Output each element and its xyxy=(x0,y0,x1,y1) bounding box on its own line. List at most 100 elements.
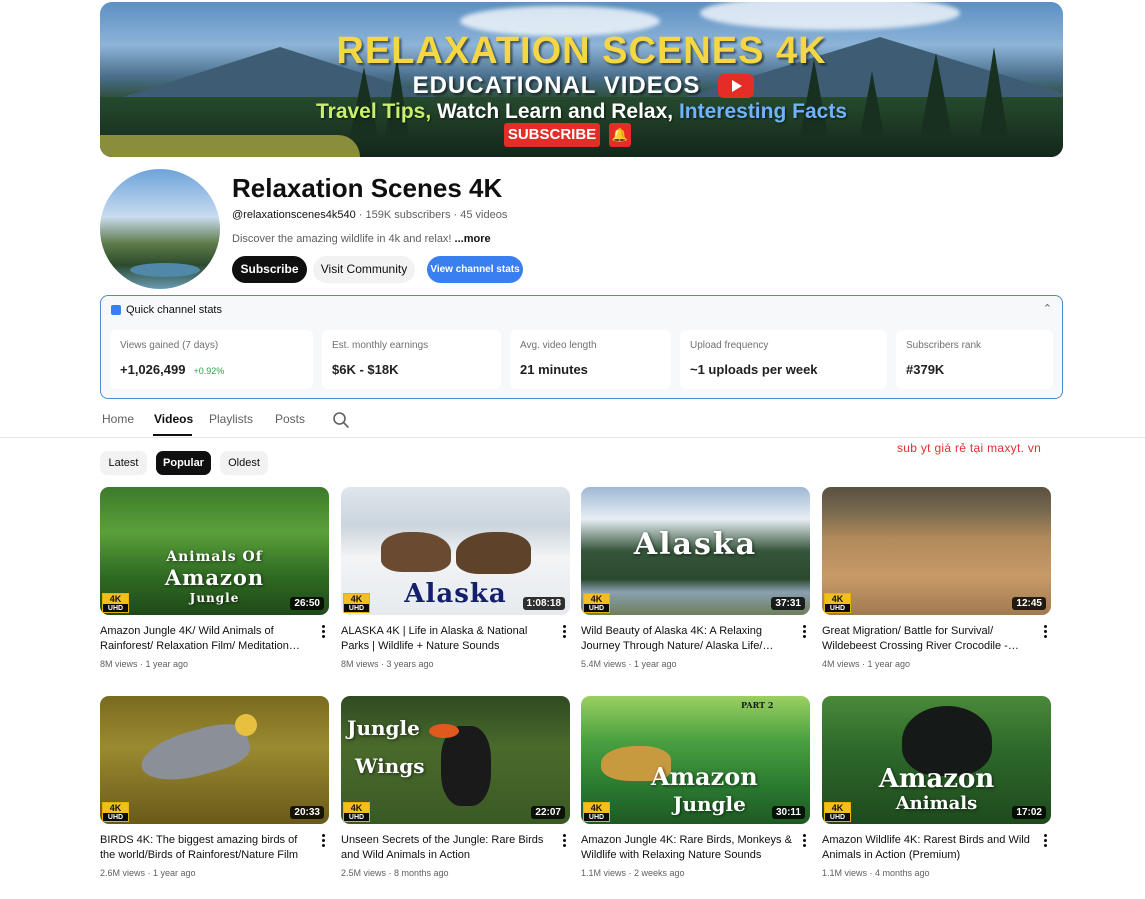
stat-value: #379K xyxy=(906,362,945,377)
video-meta: 1.1M views · 4 months ago xyxy=(822,868,930,878)
video-meta: 4M views · 1 year ago xyxy=(822,659,911,669)
video-age: 1 year ago xyxy=(634,659,677,669)
bird-beak xyxy=(429,724,459,738)
stat-value: $6K - $18K xyxy=(332,362,399,377)
more-options-icon[interactable] xyxy=(319,625,327,639)
video-age: 3 years ago xyxy=(386,659,434,669)
4k-uhd-badge: 4K UHD xyxy=(102,593,129,613)
video-age: 2 weeks ago xyxy=(634,868,685,878)
youtube-play-icon xyxy=(718,74,754,98)
view-channel-stats-button[interactable]: View channel stats xyxy=(427,256,523,283)
search-icon[interactable] xyxy=(332,411,350,429)
channel-handle: @relaxationscenes4k540 xyxy=(232,209,356,221)
stat-label: Upload frequency xyxy=(690,340,769,351)
video-thumbnail[interactable]: 4K UHD 20:33 xyxy=(100,696,329,824)
4k-uhd-badge: 4K UHD xyxy=(824,593,851,613)
banner-subscribe-graphic: SUBSCRIBE xyxy=(504,123,600,147)
video-meta: 5.4M views · 1 year ago xyxy=(581,659,677,669)
more-options-icon[interactable] xyxy=(800,625,808,639)
channel-meta: @relaxationscenes4k540 · 159K subscriber… xyxy=(232,209,507,221)
banner-tagline-part: Interesting Facts xyxy=(678,100,847,123)
video-thumbnail[interactable]: Alaska 4K UHD 1:08:18 xyxy=(341,487,570,615)
subscribe-button[interactable]: Subscribe xyxy=(232,256,307,283)
badge-uhd-text: UHD xyxy=(829,605,846,612)
video-views: 8M views xyxy=(341,659,379,669)
banner-subtitle: EDUCATIONAL VIDEOS xyxy=(412,72,701,99)
tab-posts[interactable]: Posts xyxy=(275,412,305,426)
video-duration: 12:45 xyxy=(1012,597,1046,610)
video-thumbnail[interactable]: Amazon Animals 4K UHD 17:02 xyxy=(822,696,1051,824)
more-options-icon[interactable] xyxy=(1041,625,1049,639)
bird-shape xyxy=(441,726,491,806)
more-options-icon[interactable] xyxy=(319,834,327,848)
tab-home[interactable]: Home xyxy=(102,412,134,426)
video-views: 4M views xyxy=(822,659,860,669)
chevron-up-icon[interactable]: ⌃ xyxy=(1043,302,1052,315)
video-title[interactable]: BIRDS 4K: The biggest amazing birds of t… xyxy=(100,833,312,863)
stat-label: Subscribers rank xyxy=(906,340,982,351)
badge-uhd-text: UHD xyxy=(348,605,365,612)
stat-label: Est. monthly earnings xyxy=(332,340,429,351)
more-options-icon[interactable] xyxy=(800,834,808,848)
stat-value: ~1 uploads per week xyxy=(690,362,818,377)
video-meta: 8M views · 3 years ago xyxy=(341,659,434,669)
stat-card-views: Views gained (7 days) +1,026,499 +0.92% xyxy=(110,330,313,389)
filter-oldest[interactable]: Oldest xyxy=(220,451,268,475)
more-options-icon[interactable] xyxy=(560,625,568,639)
badge-uhd-text: UHD xyxy=(829,814,846,821)
channel-avatar[interactable] xyxy=(100,169,220,289)
badge-4k-text: 4K xyxy=(825,594,850,604)
thumbnail-text: PART 2 xyxy=(741,700,774,710)
more-options-icon[interactable] xyxy=(560,834,568,848)
video-thumbnail[interactable]: Jungle Wings 4K UHD 22:07 xyxy=(341,696,570,824)
badge-4k-text: 4K xyxy=(825,803,850,813)
filter-popular[interactable]: Popular xyxy=(156,451,211,475)
stat-change: +0.92% xyxy=(193,366,225,376)
video-title[interactable]: Amazon Jungle 4K/ Wild Animals of Rainfo… xyxy=(100,624,312,654)
channel-description[interactable]: Discover the amazing wildlife in 4k and … xyxy=(232,233,491,245)
video-thumbnail[interactable]: PART 2 Amazon Jungle 4K UHD 30:11 xyxy=(581,696,810,824)
4k-uhd-badge: 4K UHD xyxy=(343,593,370,613)
video-views: 5.4M views xyxy=(581,659,627,669)
more-options-icon[interactable] xyxy=(1041,834,1049,848)
stat-label: Avg. video length xyxy=(520,340,597,351)
banner-tagline-part: Watch Learn and Relax, xyxy=(437,100,679,123)
elk-shape xyxy=(456,532,531,574)
video-thumbnail[interactable]: Alaska 4K UHD 37:31 xyxy=(581,487,810,615)
video-age: 8 months ago xyxy=(394,868,449,878)
video-thumbnail[interactable]: 4K UHD 12:45 xyxy=(822,487,1051,615)
video-title[interactable]: Great Migration/ Battle for Survival/ Wi… xyxy=(822,624,1034,654)
badge-4k-text: 4K xyxy=(584,803,609,813)
video-title[interactable]: Amazon Wildlife 4K: Rarest Birds and Wil… xyxy=(822,833,1034,863)
video-title[interactable]: Unseen Secrets of the Jungle: Rare Birds… xyxy=(341,833,553,863)
tab-playlists[interactable]: Playlists xyxy=(209,412,253,426)
video-title[interactable]: Amazon Jungle 4K: Rare Birds, Monkeys & … xyxy=(581,833,793,863)
video-title[interactable]: ALASKA 4K | Life in Alaska & National Pa… xyxy=(341,624,553,654)
video-duration: 22:07 xyxy=(531,806,565,819)
video-views: 1.1M views xyxy=(581,868,627,878)
badge-uhd-text: UHD xyxy=(107,814,124,821)
stat-card-upload-frequency: Upload frequency ~1 uploads per week xyxy=(680,330,887,389)
more-link[interactable]: ...more xyxy=(455,233,491,245)
4k-uhd-badge: 4K UHD xyxy=(583,802,610,822)
video-meta: 8M views · 1 year ago xyxy=(100,659,189,669)
4k-uhd-badge: 4K UHD xyxy=(102,802,129,822)
banner-cloud xyxy=(700,2,960,30)
badge-uhd-text: UHD xyxy=(107,605,124,612)
stat-card-earnings: Est. monthly earnings $6K - $18K xyxy=(322,330,501,389)
thumbnail-text: Amazon xyxy=(878,764,995,794)
thumbnail-text: Jungle xyxy=(347,716,420,740)
video-duration: 20:33 xyxy=(290,806,324,819)
tab-videos[interactable]: Videos xyxy=(154,412,193,426)
badge-uhd-text: UHD xyxy=(588,814,605,821)
video-title[interactable]: Wild Beauty of Alaska 4K: A Relaxing Jou… xyxy=(581,624,793,654)
video-thumbnail[interactable]: Animals Of Amazon Jungle 4K UHD 26:50 xyxy=(100,487,329,615)
visit-community-button[interactable]: Visit Community xyxy=(313,256,415,283)
badge-uhd-text: UHD xyxy=(588,605,605,612)
stat-card-subscribers-rank: Subscribers rank #379K xyxy=(896,330,1053,389)
quick-stats-title: Quick channel stats xyxy=(126,304,222,316)
filter-latest[interactable]: Latest xyxy=(100,451,147,475)
video-duration: 30:11 xyxy=(771,806,805,819)
4k-uhd-badge: 4K UHD xyxy=(824,802,851,822)
banner-tagline-part: Travel Tips, xyxy=(315,100,437,123)
